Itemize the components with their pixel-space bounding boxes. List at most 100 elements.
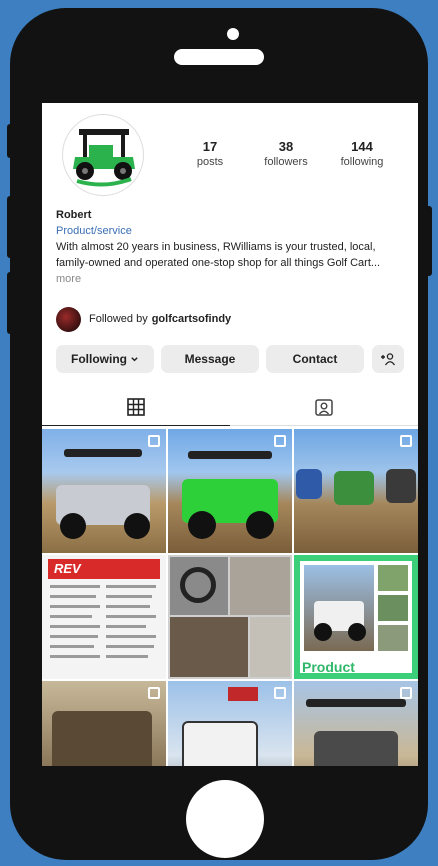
sign [228,687,258,701]
collage-photo [378,565,408,591]
cart-wheel [188,511,216,539]
doc-line [50,615,92,618]
grid-icon [127,397,145,416]
post-thumbnail[interactable] [42,681,166,766]
followed-by-user[interactable]: golfcartsofindy [152,313,231,325]
cart-body [182,721,258,766]
post-thumbnail[interactable] [168,555,292,679]
follower-avatar [56,306,81,332]
following-count: 144 [351,139,373,154]
volume-down-button [7,272,15,334]
steering-wheel [180,567,216,603]
posts-label: posts [196,156,224,168]
doc-line [106,605,150,608]
doc-line [50,655,100,658]
instagram-profile-screen: 17 posts 38 followers 144 following Robe… [42,103,418,766]
followed-by[interactable]: Followed by golfcartsofindy [56,306,231,332]
doc-line [50,645,94,648]
profile-actions: Following Message Contact [56,345,406,373]
cart-body [386,469,416,503]
profile-tabs [42,388,418,426]
doc-line [50,605,100,608]
home-button[interactable] [186,780,264,858]
cart-roof [188,451,272,459]
cart-body [296,469,322,499]
cart-body [314,731,398,766]
post-thumbnail[interactable] [294,429,418,553]
followers-stat[interactable]: 38 followers [256,139,316,168]
doc-line [106,595,152,598]
add-user-icon [381,353,396,366]
followers-count: 38 [278,139,294,154]
collage-photo [378,595,408,621]
multiple-photos-icon [274,687,286,699]
product-collage [300,561,412,673]
doc-line [50,595,96,598]
cart-wheel [246,511,274,539]
multiple-photos-icon [400,435,412,447]
profile-category[interactable]: Product/service [56,223,406,239]
more-link[interactable]: more [56,273,81,285]
tab-tagged[interactable] [230,388,418,426]
collage-photo [250,617,290,677]
collage-photo [170,557,228,615]
post-thumbnail[interactable] [294,681,418,766]
cart-wheel [314,623,332,641]
rev-logo: REV [48,559,160,579]
cart-interior [52,711,152,766]
profile-bio: Robert Product/service With almost 20 ye… [56,207,406,287]
cart-wheel [60,513,86,539]
profile-avatar[interactable] [62,114,144,196]
post-thumbnail[interactable] [168,429,292,553]
volume-up-button [7,196,15,258]
doc-line [106,655,148,658]
bio-text: With almost 20 years in business, RWilli… [56,241,381,269]
doc-line [50,625,100,628]
collage-photo [170,617,248,677]
multiple-photos-icon [400,687,412,699]
collage-photo [230,557,290,615]
add-user-button[interactable] [372,345,404,373]
cart-wheel [348,623,366,641]
multiple-photos-icon [148,687,160,699]
doc-line [106,615,156,618]
following-button[interactable]: Following [56,345,154,373]
posts-stat[interactable]: 17 posts [190,139,230,168]
front-camera [227,28,239,40]
doc-line [50,635,98,638]
doc-line [50,585,100,588]
following-label: following [340,156,384,168]
post-thumbnail[interactable]: Product [294,555,418,679]
mute-switch [7,124,15,158]
profile-header: 17 posts 38 followers 144 following [42,103,418,203]
post-thumbnail[interactable] [168,681,292,766]
multiple-photos-icon [274,435,286,447]
power-button [424,206,432,276]
doc-line [106,635,156,638]
post-thumbnail[interactable]: REV [42,555,166,679]
cart-roof [64,449,142,457]
posts-grid: REV Product [42,429,418,766]
speaker-grille [174,49,264,65]
profile-name: Robert [56,209,92,221]
product-label: Product [302,659,355,675]
doc-line [106,625,146,628]
tagged-person-icon [315,399,333,416]
followed-by-label: Followed by [89,313,148,325]
message-button[interactable]: Message [161,345,259,373]
cart-body [334,471,374,505]
following-button-label: Following [71,352,127,366]
posts-count: 17 [202,139,218,154]
collage-photo [304,565,374,651]
doc-line [106,585,156,588]
collage-photo [378,625,408,651]
tab-posts-grid[interactable] [42,388,230,426]
followers-label: followers [264,156,308,168]
cart-roof [306,699,406,707]
golf-cart-logo-icon [73,129,135,187]
post-thumbnail[interactable] [42,429,166,553]
contact-button[interactable]: Contact [266,345,364,373]
chevron-down-icon [131,356,138,361]
doc-line [106,645,154,648]
following-stat[interactable]: 144 following [332,139,392,168]
